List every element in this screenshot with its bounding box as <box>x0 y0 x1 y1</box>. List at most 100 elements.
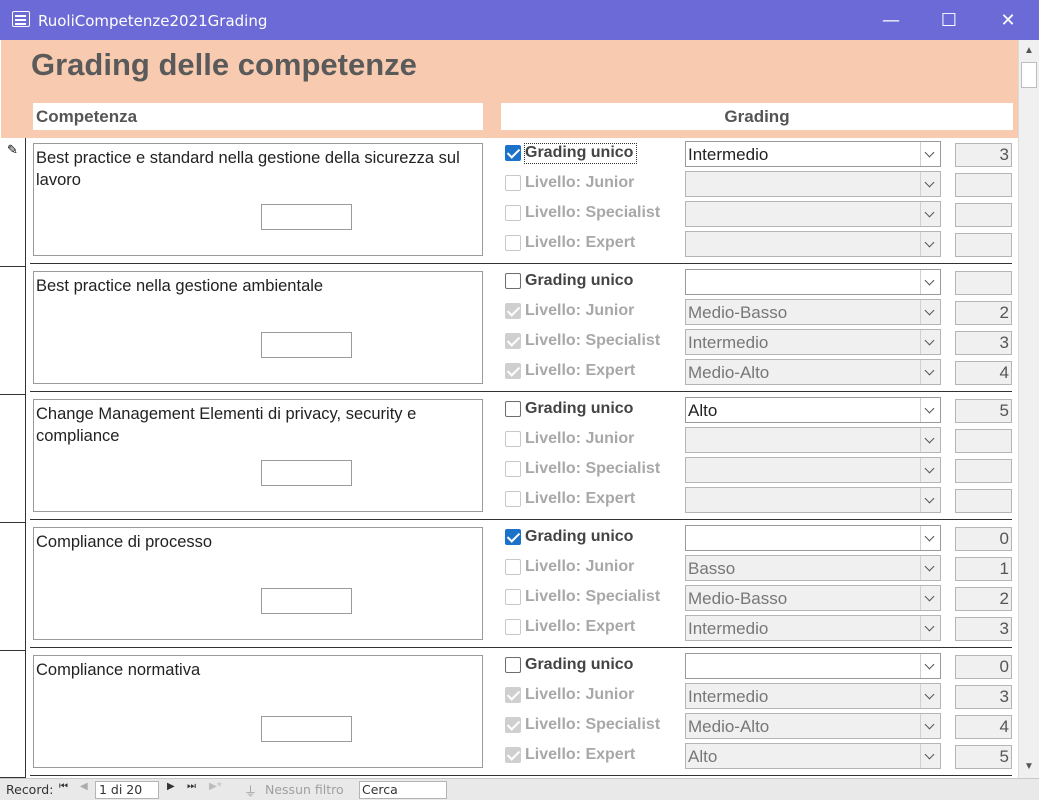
record-position-input[interactable]: 1 di 20 <box>95 781 159 799</box>
grading-label: Livello: Expert <box>525 234 636 251</box>
grading-row: Grading unico 0 <box>505 653 1015 679</box>
record-selector-column[interactable]: ✎ <box>0 138 26 778</box>
record-divider <box>30 519 1012 520</box>
grading-checkbox[interactable] <box>505 175 521 191</box>
close-button[interactable]: ✕ <box>979 0 1037 40</box>
grading-checkbox[interactable] <box>505 431 521 447</box>
grading-checkbox[interactable] <box>505 687 521 703</box>
grading-level-select[interactable] <box>685 457 941 483</box>
grading-row: Livello: Junior Medio-Basso 2 <box>505 299 1015 325</box>
grading-checkbox[interactable] <box>505 491 521 507</box>
competenza-field[interactable]: Best practice nella gestione ambientale <box>33 271 483 384</box>
maximize-button[interactable]: ☐ <box>920 0 978 40</box>
grading-checkbox[interactable] <box>505 657 521 673</box>
grading-checkbox[interactable] <box>505 273 521 289</box>
chevron-down-icon[interactable] <box>920 556 940 580</box>
chevron-down-icon[interactable] <box>920 458 940 482</box>
grading-checkbox[interactable] <box>505 747 521 763</box>
grading-level-select[interactable]: Basso <box>685 555 941 581</box>
minimize-button[interactable]: — <box>862 0 920 40</box>
grading-level-select[interactable] <box>685 201 941 227</box>
grading-checkbox[interactable] <box>505 205 521 221</box>
grading-level-select[interactable]: Intermedio <box>685 329 941 355</box>
grading-level-select[interactable]: Medio-Alto <box>685 713 941 739</box>
grading-row: Livello: Expert Alto 5 <box>505 743 1015 769</box>
chevron-down-icon[interactable] <box>920 270 940 294</box>
filter-status[interactable]: Nessun filtro <box>265 782 344 797</box>
grading-level-value: Intermedio <box>688 145 769 164</box>
search-input[interactable]: Cerca <box>359 781 447 799</box>
chevron-down-icon[interactable] <box>920 398 940 422</box>
vertical-scrollbar[interactable]: ▲ ▼ <box>1018 40 1039 778</box>
new-record-icon[interactable]: ▶* <box>209 781 222 792</box>
chevron-down-icon[interactable] <box>920 586 940 610</box>
competenza-field[interactable]: Best practice e standard nella gestione … <box>33 143 483 256</box>
grading-level-select[interactable]: Alto <box>685 397 941 423</box>
grading-checkbox[interactable] <box>505 559 521 575</box>
grading-level-select[interactable]: Alto <box>685 743 941 769</box>
grading-level-select[interactable] <box>685 525 941 551</box>
chevron-down-icon[interactable] <box>920 360 940 384</box>
competenza-text: Best practice nella gestione ambientale <box>36 277 324 295</box>
grading-checkbox[interactable] <box>505 401 521 417</box>
grading-checkbox[interactable] <box>505 145 521 161</box>
competenza-code-input[interactable] <box>261 716 352 742</box>
competenza-field[interactable]: Change Management Elementi di privacy, s… <box>33 399 483 512</box>
competenza-field[interactable]: Compliance normativa <box>33 655 483 768</box>
first-record-icon[interactable]: ⏮ <box>59 781 68 792</box>
chevron-down-icon[interactable] <box>920 744 940 768</box>
grading-level-select[interactable]: Medio-Basso <box>685 585 941 611</box>
competenza-code-input[interactable] <box>261 588 352 614</box>
grading-label: Grading unico <box>525 400 634 417</box>
next-record-icon[interactable]: ▶ <box>167 781 175 792</box>
grading-level-select[interactable]: Medio-Alto <box>685 359 941 385</box>
chevron-down-icon[interactable] <box>920 428 940 452</box>
record-divider <box>30 391 1012 392</box>
competenza-code-input[interactable] <box>261 204 352 230</box>
last-record-icon[interactable]: ⏭ <box>187 781 196 792</box>
page-title: Grading delle competenze <box>31 47 417 82</box>
chevron-down-icon[interactable] <box>920 616 940 640</box>
grading-level-select[interactable]: Intermedio <box>685 141 941 167</box>
grading-checkbox[interactable] <box>505 461 521 477</box>
no-filter-icon[interactable]: ⏚ <box>244 781 257 800</box>
scroll-up-icon[interactable]: ▲ <box>1019 42 1039 60</box>
grading-level-select[interactable] <box>685 269 941 295</box>
grading-level-select[interactable]: Medio-Basso <box>685 299 941 325</box>
grading-checkbox[interactable] <box>505 529 521 545</box>
chevron-down-icon[interactable] <box>920 488 940 512</box>
chevron-down-icon[interactable] <box>920 142 940 166</box>
chevron-down-icon[interactable] <box>920 300 940 324</box>
grading-level-select[interactable]: Intermedio <box>685 683 941 709</box>
grading-label: Livello: Expert <box>525 618 636 635</box>
grading-checkbox[interactable] <box>505 363 521 379</box>
grading-row: Livello: Expert <box>505 487 1015 513</box>
grading-level-select[interactable] <box>685 171 941 197</box>
chevron-down-icon[interactable] <box>920 684 940 708</box>
competenza-code-input[interactable] <box>261 460 352 486</box>
grading-row: Livello: Junior <box>505 427 1015 453</box>
grading-checkbox[interactable] <box>505 619 521 635</box>
grading-checkbox[interactable] <box>505 303 521 319</box>
previous-record-icon[interactable]: ◀ <box>80 781 88 792</box>
chevron-down-icon[interactable] <box>920 202 940 226</box>
chevron-down-icon[interactable] <box>920 172 940 196</box>
grading-checkbox[interactable] <box>505 589 521 605</box>
grading-level-select[interactable] <box>685 487 941 513</box>
grading-level-select[interactable]: Intermedio <box>685 615 941 641</box>
chevron-down-icon[interactable] <box>920 714 940 738</box>
grading-level-select[interactable] <box>685 231 941 257</box>
chevron-down-icon[interactable] <box>920 526 940 550</box>
grading-level-select[interactable] <box>685 427 941 453</box>
competenza-field[interactable]: Compliance di processo <box>33 527 483 640</box>
chevron-down-icon[interactable] <box>920 654 940 678</box>
scroll-thumb[interactable] <box>1021 62 1037 88</box>
grading-level-select[interactable] <box>685 653 941 679</box>
grading-checkbox[interactable] <box>505 333 521 349</box>
grading-checkbox[interactable] <box>505 235 521 251</box>
competenza-code-input[interactable] <box>261 332 352 358</box>
chevron-down-icon[interactable] <box>920 232 940 256</box>
chevron-down-icon[interactable] <box>920 330 940 354</box>
grading-checkbox[interactable] <box>505 717 521 733</box>
scroll-down-icon[interactable]: ▼ <box>1019 758 1039 776</box>
